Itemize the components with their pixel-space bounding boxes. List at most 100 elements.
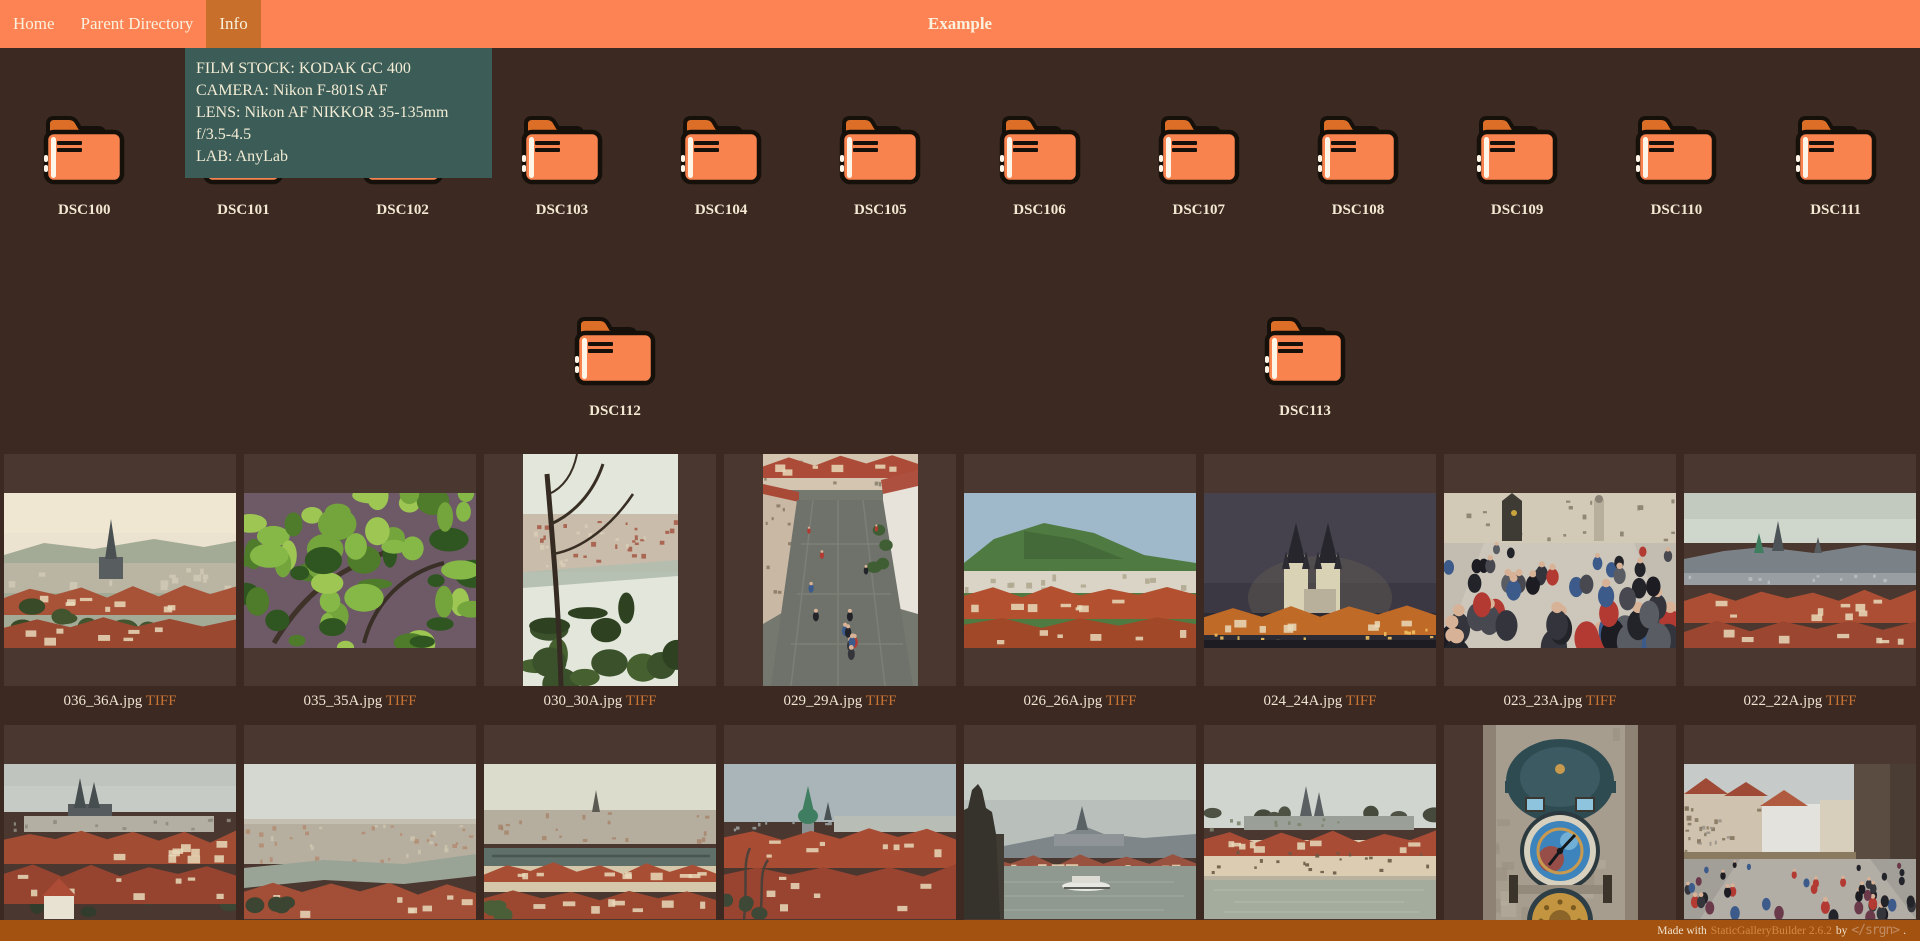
folder-label: DSC100: [58, 201, 111, 219]
folder-label: DSC110: [1651, 201, 1703, 219]
folder-label: DSC104: [695, 201, 748, 219]
thumbnail-panel[interactable]: [1444, 454, 1676, 686]
folder-icon: [836, 104, 924, 188]
thumbnail-cell: 035_35A.jpg TIFF: [240, 454, 480, 725]
photo-thumbnail[interactable]: [4, 764, 236, 919]
folder-item-dsc108[interactable]: DSC108: [1283, 104, 1433, 219]
thumbnail-panel[interactable]: [1204, 725, 1436, 941]
footer-bar: Made with StaticGalleryBuilder 2.6.2 by …: [0, 920, 1920, 941]
tooltip-line-film-stock: FILM STOCK: KODAK GC 400: [196, 58, 481, 80]
folder-label: DSC107: [1172, 201, 1225, 219]
photo-thumbnail[interactable]: [523, 454, 678, 686]
tiff-link[interactable]: TIFF: [1346, 693, 1377, 709]
thumbnail-grid: 036_36A.jpg TIFF 035_35A.jpg TIFF 030_30…: [0, 454, 1920, 941]
photo-thumbnail[interactable]: [1204, 493, 1436, 648]
folder-label: DSC106: [1013, 201, 1066, 219]
thumbnail-cell: 026_26A.jpg TIFF: [960, 454, 1200, 725]
thumbnail-panel[interactable]: [244, 725, 476, 941]
thumbnail-cell: 024_24A.jpg TIFF: [1200, 454, 1440, 725]
footer-made-with: Made with: [1657, 925, 1707, 937]
folder-label: DSC105: [854, 201, 907, 219]
tiff-link[interactable]: TIFF: [626, 693, 657, 709]
thumbnail-panel[interactable]: [244, 454, 476, 686]
thumbnail-panel[interactable]: [1204, 454, 1436, 686]
thumbnail-panel[interactable]: [1684, 454, 1916, 686]
folder-icon: [40, 104, 128, 188]
tooltip-line-camera: CAMERA: Nikon F-801S AF: [196, 80, 481, 102]
footer-period: .: [1903, 925, 1906, 937]
srgn-logo-link[interactable]: </srgn>: [1851, 923, 1899, 938]
folder-item-dsc106[interactable]: DSC106: [965, 104, 1115, 219]
photo-thumbnail[interactable]: [1483, 725, 1638, 941]
thumbnail-panel[interactable]: [484, 454, 716, 686]
thumbnail-panel[interactable]: [4, 454, 236, 686]
nav-item-home[interactable]: Home: [0, 0, 68, 48]
thumbnail-panel[interactable]: [964, 725, 1196, 941]
nav-item-info[interactable]: Info: [206, 0, 260, 48]
photo-thumbnail[interactable]: [763, 454, 918, 686]
nav-item-parent-directory[interactable]: Parent Directory: [68, 0, 207, 48]
top-nav-bar: Home Parent Directory Info Example: [0, 0, 1920, 48]
tiff-link[interactable]: TIFF: [866, 693, 897, 709]
tooltip-line-lens: LENS: Nikon AF NIKKOR 35-135mm f/3.5-4.5: [196, 102, 481, 146]
folder-item-dsc110[interactable]: DSC110: [1601, 104, 1751, 219]
thumbnail-cell: [480, 725, 720, 941]
folder-label: DSC108: [1332, 201, 1385, 219]
thumbnail-panel[interactable]: [724, 454, 956, 686]
thumbnail-panel[interactable]: [964, 454, 1196, 686]
thumbnail-filename: 036_36A.jpg: [63, 693, 142, 709]
thumbnail-cell: [240, 725, 480, 941]
thumbnail-panel[interactable]: [1444, 725, 1676, 941]
folder-item-dsc112[interactable]: DSC112: [540, 305, 690, 420]
thumbnail-caption: 023_23A.jpg TIFF: [1440, 694, 1680, 709]
thumbnail-caption: 036_36A.jpg TIFF: [0, 694, 240, 709]
folder-label: DSC112: [589, 402, 641, 420]
photo-thumbnail[interactable]: [724, 764, 956, 919]
thumbnail-filename: 029_29A.jpg: [783, 693, 862, 709]
thumbnail-cell: [960, 725, 1200, 941]
tiff-link[interactable]: TIFF: [386, 693, 417, 709]
photo-thumbnail[interactable]: [244, 493, 476, 648]
thumbnail-cell: 029_29A.jpg TIFF: [720, 454, 960, 725]
folder-item-dsc105[interactable]: DSC105: [805, 104, 955, 219]
thumbnail-filename: 030_30A.jpg: [543, 693, 622, 709]
thumbnail-panel[interactable]: [724, 725, 956, 941]
photo-thumbnail[interactable]: [4, 493, 236, 648]
thumbnail-caption: 026_26A.jpg TIFF: [960, 694, 1200, 709]
photo-thumbnail[interactable]: [1204, 764, 1436, 919]
thumbnail-caption: 024_24A.jpg TIFF: [1200, 694, 1440, 709]
folder-item-dsc113[interactable]: DSC113: [1230, 305, 1380, 420]
tiff-link[interactable]: TIFF: [1106, 693, 1137, 709]
folder-icon: [1314, 104, 1402, 188]
folder-item-dsc103[interactable]: DSC103: [487, 104, 637, 219]
photo-thumbnail[interactable]: [1684, 493, 1916, 648]
thumbnail-panel[interactable]: [4, 725, 236, 941]
photo-thumbnail[interactable]: [964, 493, 1196, 648]
photo-thumbnail[interactable]: [244, 764, 476, 919]
photo-thumbnail[interactable]: [964, 764, 1196, 919]
thumbnail-panel[interactable]: [484, 725, 716, 941]
thumbnail-cell: [1440, 725, 1680, 941]
thumbnail-cell: 030_30A.jpg TIFF: [480, 454, 720, 725]
thumbnail-caption: 029_29A.jpg TIFF: [720, 694, 960, 709]
folder-item-dsc100[interactable]: DSC100: [9, 104, 159, 219]
photo-thumbnail[interactable]: [1684, 764, 1916, 919]
tiff-link[interactable]: TIFF: [146, 693, 177, 709]
folder-item-dsc104[interactable]: DSC104: [646, 104, 796, 219]
folder-item-dsc111[interactable]: DSC111: [1761, 104, 1911, 219]
folder-item-dsc107[interactable]: DSC107: [1124, 104, 1274, 219]
photo-thumbnail[interactable]: [1444, 493, 1676, 648]
thumbnail-panel[interactable]: [1684, 725, 1916, 941]
folder-label: DSC109: [1491, 201, 1544, 219]
photo-thumbnail[interactable]: [484, 764, 716, 919]
thumbnail-cell: [720, 725, 960, 941]
thumbnail-filename: 035_35A.jpg: [303, 693, 382, 709]
tiff-link[interactable]: TIFF: [1586, 693, 1617, 709]
folder-item-dsc109[interactable]: DSC109: [1442, 104, 1592, 219]
info-tooltip: FILM STOCK: KODAK GC 400 CAMERA: Nikon F…: [185, 48, 492, 178]
thumbnail-caption: 030_30A.jpg TIFF: [480, 694, 720, 709]
folder-icon: [1632, 104, 1720, 188]
footer-builder-link[interactable]: StaticGalleryBuilder 2.6.2: [1711, 925, 1832, 937]
folder-icon: [518, 104, 606, 188]
tiff-link[interactable]: TIFF: [1826, 693, 1857, 709]
